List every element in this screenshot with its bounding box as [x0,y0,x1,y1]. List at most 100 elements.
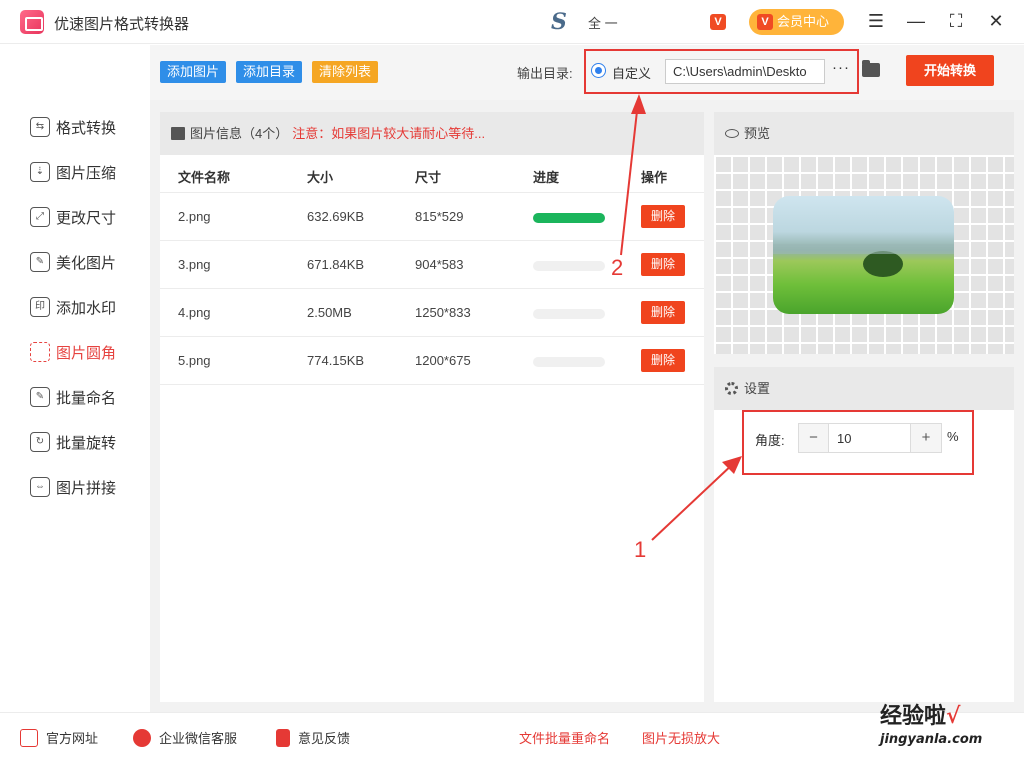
feedback-icon [276,728,290,747]
official-site-link[interactable]: 官方网址 [20,728,98,747]
compress-icon: ⇣ [30,162,50,182]
highlight-box-angle [742,410,974,475]
output-dir-label: 输出目录: [517,66,573,81]
progress-bar [533,261,605,271]
file-dimensions: 815*529 [415,209,464,224]
file-dimensions: 1250*833 [415,305,471,320]
preview-panel: 预览 [714,112,1014,354]
app-title: 优速图片格式转换器 [54,16,190,33]
resize-icon: ⤢ [30,207,50,227]
wechat-support-label: 企业微信客服 [159,731,238,746]
close-icon[interactable]: ✕ [984,10,1008,34]
delete-button[interactable]: 删除 [641,253,685,276]
sidebar: ⇆ 格式转换 ⇣ 图片压缩 ⤢ 更改尺寸 ✎ 美化图片 印 添加水印 图片圆角 … [0,45,150,712]
image-icon [171,127,185,140]
delete-button[interactable]: 删除 [641,301,685,324]
file-size: 774.15KB [307,353,365,368]
stitch-icon: ⇔ [30,477,50,497]
sidebar-item-label: 批量旋转 [56,434,117,452]
batch-rename-link[interactable]: 文件批量重命名 [519,728,610,747]
sidebar-item-watermark[interactable]: 印 添加水印 [30,295,140,319]
format-convert-icon: ⇆ [30,117,50,137]
file-name: 2.png [178,209,211,224]
watermark-url: jingyanla.com [880,732,983,747]
feedback-link[interactable]: 意见反馈 [276,728,350,747]
column-header-progress: 进度 [533,170,560,185]
file-size: 2.50MB [307,305,352,320]
file-dimensions: 1200*675 [415,353,471,368]
progress-fill [533,213,605,223]
file-name: 5.png [178,353,211,368]
sidebar-item-label: 美化图片 [56,254,117,272]
lossless-enlarge-link[interactable]: 图片无损放大 [642,728,720,747]
preview-image [773,196,954,314]
wechat-support-link[interactable]: 企业微信客服 [133,728,237,747]
vip-small-icon[interactable]: V [710,14,726,30]
sidebar-item-label: 格式转换 [56,119,117,137]
official-site-label: 官方网址 [46,731,99,746]
add-directory-button[interactable]: 添加目录 [236,61,303,83]
main-area: 添加图片 添加目录 清除列表 输出目录: 自定义 C:\Users\admin\… [150,45,1024,712]
progress-bar [533,213,605,223]
watermark-check: √ [946,703,961,729]
start-convert-button[interactable]: 开始转换 [906,55,994,86]
sidebar-item-format-convert[interactable]: ⇆ 格式转换 [30,115,140,139]
preview-header: 预览 [714,112,1014,155]
column-header-size: 大小 [307,170,334,185]
file-name: 4.png [178,305,211,320]
file-panel-header: 图片信息（4个） 注意：如果图片较大请耐心等待... [160,112,704,155]
title-bar: 优速图片格式转换器 S 全 一 V V 会员中心 ☰ — ⛶ ✕ [0,0,1024,44]
eye-icon [725,129,739,138]
watermark-text: 经验啦 [880,703,947,729]
file-size: 632.69KB [307,209,365,224]
vip-center-button[interactable]: V 会员中心 [749,9,844,35]
beautify-icon: ✎ [30,252,50,272]
sidebar-item-rotate[interactable]: ↻ 批量旋转 [30,430,140,454]
table-row[interactable]: 2.png 632.69KB 815*529 删除 [160,193,704,241]
menu-icon[interactable]: ☰ [864,10,888,34]
sidebar-item-beautify[interactable]: ✎ 美化图片 [30,250,140,274]
folder-icon[interactable] [862,60,880,77]
table-header: 文件名称 大小 尺寸 进度 操作 [160,155,704,193]
watermark: 经验啦√ jingyanla.com [880,704,982,752]
sidebar-item-stitch[interactable]: ⇔ 图片拼接 [30,475,140,499]
file-panel-title: 图片信息（4个） [190,126,289,141]
website-icon [20,728,38,747]
footer: 官方网址 企业微信客服 意见反馈 文件批量重命名 图片无损放大 [0,712,1024,760]
rename-icon: ✎ [30,387,50,407]
gear-icon [725,382,738,395]
column-header-dimensions: 尺寸 [415,170,442,185]
delete-button[interactable]: 删除 [641,349,685,372]
add-image-button[interactable]: 添加图片 [160,61,227,83]
sidebar-item-compress[interactable]: ⇣ 图片压缩 [30,160,140,184]
app-logo-icon [20,10,44,34]
sidebar-item-rounded-corner[interactable]: 图片圆角 [30,340,140,364]
vip-icon: V [757,14,773,30]
center-logo-text: 全 一 [588,16,618,31]
sidebar-item-label: 图片压缩 [56,164,117,182]
wechat-icon [133,728,151,747]
progress-bar [533,309,605,319]
watermark-icon: 印 [30,297,50,317]
file-panel-warning: 注意：如果图片较大请耐心等待... [292,126,486,141]
feedback-label: 意见反馈 [298,731,351,746]
sidebar-item-rename[interactable]: ✎ 批量命名 [30,385,140,409]
maximize-icon[interactable]: ⛶ [944,10,968,34]
minimize-icon[interactable]: — [904,10,928,34]
table-row[interactable]: 5.png 774.15KB 1200*675 删除 [160,337,704,385]
center-logo-icon: S [551,9,567,35]
sidebar-item-resize[interactable]: ⤢ 更改尺寸 [30,205,140,229]
vip-center-label: 会员中心 [777,14,830,29]
toolbar: 添加图片 添加目录 清除列表 输出目录: 自定义 C:\Users\admin\… [150,45,1024,100]
clear-list-button[interactable]: 清除列表 [312,61,379,83]
delete-button[interactable]: 删除 [641,205,685,228]
highlight-box-output [584,49,859,94]
file-size: 671.84KB [307,257,365,272]
progress-bar [533,357,605,367]
annotation-number-2: 2 [611,255,624,280]
table-row[interactable]: 4.png 2.50MB 1250*833 删除 [160,289,704,337]
sidebar-item-label: 批量命名 [56,389,117,407]
settings-title: 设置 [744,381,771,396]
preview-title: 预览 [744,126,771,141]
sidebar-item-label: 图片拼接 [56,479,117,497]
